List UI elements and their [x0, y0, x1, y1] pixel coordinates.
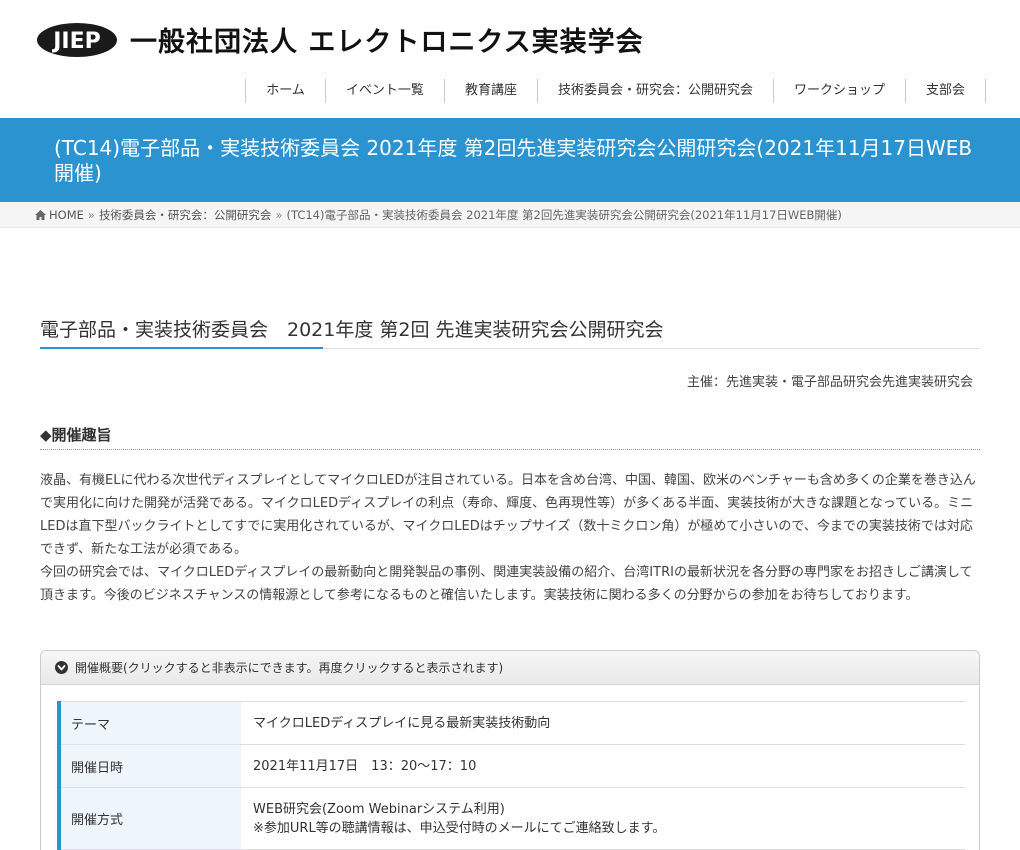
- heading-accent-line: [40, 347, 323, 349]
- organization-name: 一般社団法人 エレクトロニクス実装学会: [130, 27, 644, 58]
- logo-text: JIEP: [51, 29, 101, 54]
- breadcrumb-home-link[interactable]: HOME: [49, 208, 84, 222]
- format-value: WEB研究会(Zoom Webinarシステム利用): [253, 801, 505, 817]
- row-label-theme: テーマ: [57, 701, 241, 745]
- table-row: 開催日時 2021年11月17日 13：20〜17：10: [57, 744, 965, 788]
- table-row: テーマ マイクロLEDディスプレイに見る最新実装技術動向: [57, 701, 965, 745]
- breadcrumb-separator: »: [275, 208, 283, 222]
- site-header: JIEP 一般社団法人 エレクトロニクス実装学会 ホーム イベント一覧 教育講座…: [0, 0, 1020, 118]
- table-row: 開催方式 WEB研究会(Zoom Webinarシステム利用) ※参加URL等の…: [57, 787, 965, 850]
- home-icon: [35, 210, 46, 220]
- purpose-paragraph-1: 液晶、有機ELに代わる次世代ディスプレイとしてマイクロLEDが注目されている。日…: [40, 473, 976, 557]
- nav-item-branch[interactable]: 支部会: [904, 79, 986, 103]
- page-title-band: (TC14)電子部品・実装技術委員会 2021年度 第2回先進実装研究会公開研究…: [0, 118, 1020, 202]
- breadcrumb: HOME» 技術委員会・研究会：公開研究会» (TC14)電子部品・実装技術委員会 …: [0, 202, 1020, 228]
- global-nav: ホーム イベント一覧 教育講座 技術委員会・研究会：公開研究会 ワークショップ …: [245, 79, 986, 103]
- breadcrumb-separator: »: [87, 208, 95, 222]
- row-value-theme: マイクロLEDディスプレイに見る最新実装技術動向: [241, 701, 965, 745]
- breadcrumb-current: (TC14)電子部品・実装技術委員会 2021年度 第2回先進実装研究会公開研究…: [286, 208, 842, 222]
- purpose-paragraph-2: 今回の研究会では、マイクロLEDディスプレイの最新動向と開発製品の事例、関連実装…: [40, 565, 973, 603]
- article-heading: 電子部品・実装技術委員会 2021年度 第2回 先進実装研究会公開研究会: [40, 315, 980, 349]
- row-value-format: WEB研究会(Zoom Webinarシステム利用) ※参加URL等の聴講情報は…: [241, 787, 965, 850]
- site-logo[interactable]: JIEP 一般社団法人 エレクトロニクス実装学会: [36, 20, 644, 59]
- nav-item-education[interactable]: 教育講座: [443, 79, 537, 103]
- page-title: (TC14)電子部品・実装技術委員会 2021年度 第2回先進実装研究会公開研究…: [54, 136, 973, 185]
- nav-item-events[interactable]: イベント一覧: [324, 79, 444, 103]
- organizer-text: 主催：先進実装・電子部品研究会先進実装研究会: [686, 375, 973, 390]
- event-overview-accordion: 開催概要(クリックすると非表示にできます。再度クリックすると表示されます) テー…: [40, 650, 980, 850]
- article-heading-text: 電子部品・実装技術委員会 2021年度 第2回 先進実装研究会公開研究会: [40, 319, 664, 341]
- nav-item-committee[interactable]: 技術委員会・研究会：公開研究会: [536, 79, 773, 103]
- format-note: ※参加URL等の聴講情報は、申込受付時のメールにてご連絡致します。: [253, 820, 666, 836]
- jiep-logo-icon: JIEP: [37, 22, 117, 57]
- purpose-text: 液晶、有機ELに代わる次世代ディスプレイとしてマイクロLEDが注目されている。日…: [40, 469, 980, 607]
- row-value-datetime: 2021年11月17日 13：20〜17：10: [241, 744, 965, 788]
- breadcrumb-category-link[interactable]: 技術委員会・研究会：公開研究会: [99, 208, 272, 222]
- event-info-table: テーマ マイクロLEDディスプレイに見る最新実装技術動向 開催日時 2021年1…: [57, 701, 965, 850]
- accordion-toggle[interactable]: 開催概要(クリックすると非表示にできます。再度クリックすると表示されます): [41, 651, 979, 685]
- row-label-datetime: 開催日時: [57, 744, 241, 788]
- accordion-header-label: 開催概要(クリックすると非表示にできます。再度クリックすると表示されます): [75, 661, 504, 675]
- nav-item-workshop[interactable]: ワークショップ: [772, 79, 905, 103]
- row-label-format: 開催方式: [57, 787, 241, 850]
- nav-item-home[interactable]: ホーム: [245, 79, 325, 103]
- chevron-down-circle-icon: [55, 661, 68, 674]
- section-title: ◆開催趣旨: [40, 424, 980, 450]
